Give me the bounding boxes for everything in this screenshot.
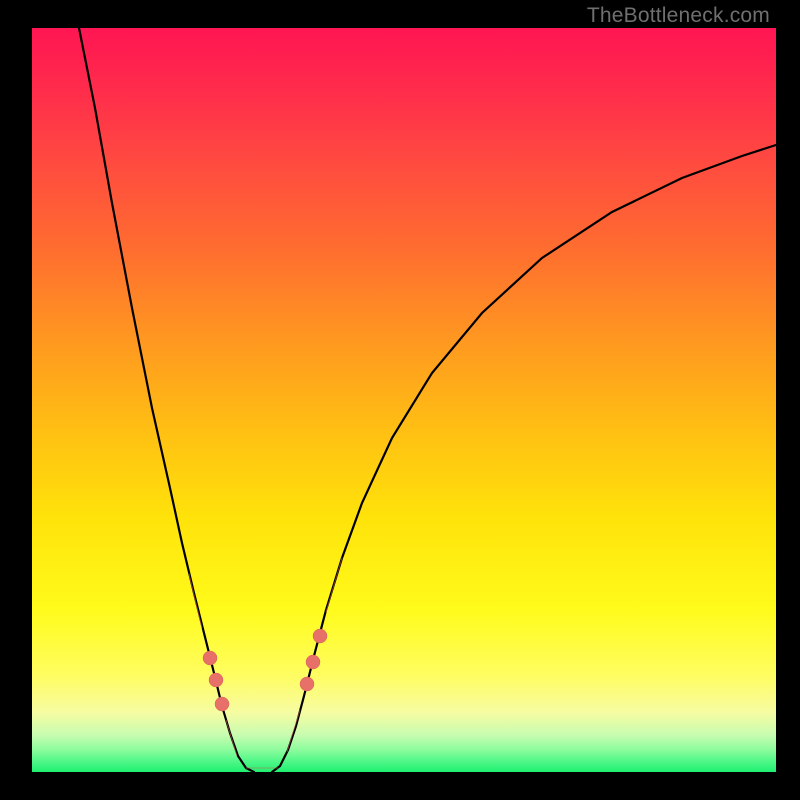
marker-group [189,558,342,768]
chart-frame [32,28,776,772]
marker-dot [215,697,229,711]
curve-right [272,145,776,772]
marker-pill [189,574,202,628]
marker-pill [287,710,300,752]
marker-pill [226,720,237,756]
chart-svg [32,28,776,772]
marker-pill [326,558,342,612]
watermark-text: TheBottleneck.com [587,4,770,28]
marker-dot [306,655,320,669]
marker-dot [313,629,327,643]
marker-dot [209,673,223,687]
marker-dot [300,677,314,691]
curve-left [79,28,254,772]
marker-dot [203,651,217,665]
